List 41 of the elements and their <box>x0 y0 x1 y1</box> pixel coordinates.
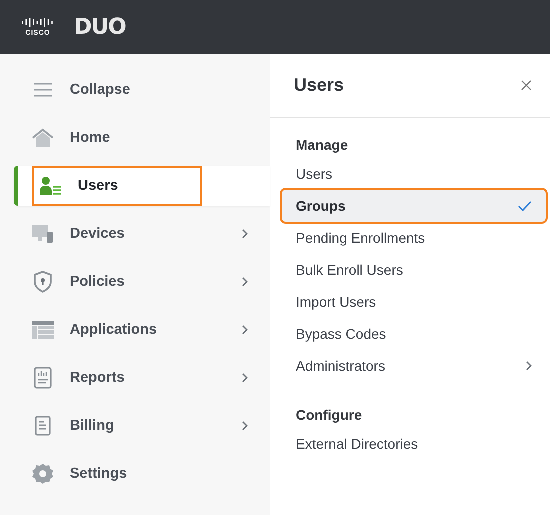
menu-icon[interactable] <box>32 82 54 98</box>
signal-bars-icon <box>22 18 54 26</box>
sidebar-item[interactable]: Settings <box>0 450 270 498</box>
sidebar-item[interactable]: Billing <box>0 402 270 450</box>
menu-item[interactable]: Administrators <box>282 350 546 382</box>
settings-icon <box>32 463 54 485</box>
chevron-right-icon <box>526 361 532 371</box>
menu-item[interactable]: Bulk Enroll Users <box>282 254 546 286</box>
highlight-frame: Users <box>32 166 202 206</box>
home-icon <box>32 128 54 148</box>
menu-item[interactable]: Bypass Codes <box>282 318 546 350</box>
menu-item[interactable]: Groups <box>282 190 546 222</box>
report-icon <box>32 367 54 389</box>
sidebar-item[interactable]: Home <box>0 114 270 162</box>
checkmark-icon <box>518 200 532 212</box>
close-icon[interactable] <box>521 80 532 91</box>
sidebar-item[interactable]: Reports <box>0 354 270 402</box>
shield-icon <box>32 271 54 293</box>
chevron-right-icon <box>242 325 248 335</box>
collapse-label[interactable]: Collapse <box>70 82 130 98</box>
menu-item[interactable]: Pending Enrollments <box>282 222 546 254</box>
sidebar-item[interactable]: Policies <box>0 258 270 306</box>
chevron-right-icon <box>242 421 248 431</box>
panel-title: Users <box>294 75 344 96</box>
sidebar-item[interactable]: Applications <box>0 306 270 354</box>
active-indicator <box>14 166 18 206</box>
chevron-right-icon <box>242 277 248 287</box>
menu-item[interactable]: Users <box>282 158 546 190</box>
brand-logo: DUO <box>74 14 126 40</box>
sidebar-item[interactable]: Devices <box>0 210 270 258</box>
document-icon <box>32 416 54 436</box>
sidebar-item[interactable]: Users <box>14 166 270 206</box>
window-list-icon <box>32 321 54 339</box>
menu-item[interactable]: Import Users <box>282 286 546 318</box>
user-list-icon <box>40 176 62 196</box>
section-heading: Manage <box>295 136 350 155</box>
section-heading: Configure <box>295 406 364 425</box>
menu-item[interactable]: External Directories <box>282 428 546 460</box>
devices-icon <box>32 224 54 244</box>
chevron-right-icon <box>242 373 248 383</box>
chevron-right-icon <box>242 229 248 239</box>
